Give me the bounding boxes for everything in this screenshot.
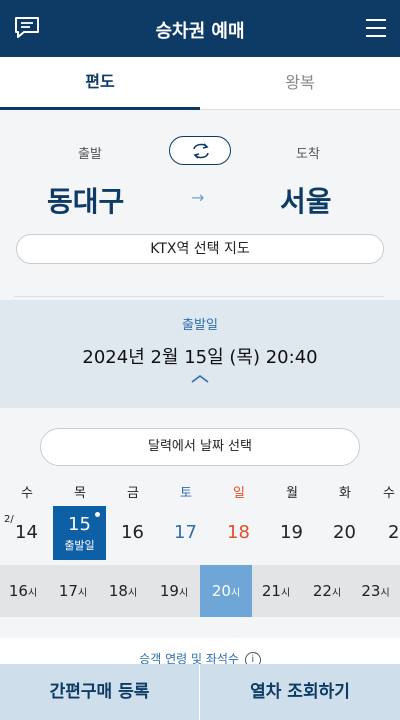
weekday-label: 목 [74,486,86,501]
selected-dot [95,512,100,517]
divider [14,296,384,297]
calendar-day[interactable]: 19 [265,506,318,560]
search-trains-button[interactable]: 열차 조회하기 [200,664,400,720]
calendar-day[interactable]: 21 [371,506,400,560]
arrival-station[interactable]: 서울 [280,180,332,220]
route-arrow-icon: → [191,188,205,207]
day-number: 15 [68,514,91,535]
hour-option[interactable]: 18시 [97,565,149,617]
hour-option-selected[interactable]: 20시 [200,565,252,617]
hour-option[interactable]: 16시 [0,565,49,617]
calendar-day[interactable]: 16 [106,506,159,560]
menu-icon[interactable] [366,19,386,38]
weekday-label: 금 [127,486,139,501]
route-section: 출발 도착 동대구 → 서울 KTX역 선택 지도 [0,110,400,300]
date-value: 2024년 2월 15일 (목) 20:40 [82,347,318,368]
tab-one-way[interactable]: 편도 [0,57,200,110]
arrival-label: 도착 [296,147,320,162]
departure-station[interactable]: 동대구 [47,180,124,220]
calendar-day[interactable]: 20 [318,506,371,560]
tab-round-trip[interactable]: 왕복 [200,57,400,110]
weekday-label: 화 [339,486,351,501]
swap-icon [193,143,209,159]
weekday-label: 토 [180,486,192,501]
hour-option[interactable]: 19시 [148,565,200,617]
page-title: 승차권 예매 [155,21,245,42]
calendar-day-selected[interactable]: 15 출발일 [53,506,106,560]
quick-purchase-register-button[interactable]: 간편구매 등록 [0,664,200,720]
hour-option[interactable]: 23시 [351,565,400,617]
hour-selector: 16시 17시 18시 19시 20시 21시 22시 23시 [0,565,400,617]
departure-day-badge: 출발일 [64,539,95,552]
departure-label: 출발 [78,147,102,162]
date-panel[interactable]: 출발일 2024년 2월 15일 (목) 20:40 [0,300,400,408]
app-header: 승차권 예매 [0,0,400,57]
swap-stations-button[interactable] [169,136,231,165]
date-label: 출발일 [182,318,218,333]
calendar-day[interactable]: 14 [0,506,53,560]
weekday-label: 월 [286,486,298,501]
hour-option[interactable]: 22시 [301,565,353,617]
hour-option[interactable]: 17시 [47,565,99,617]
bottom-action-bar: 간편구매 등록 열차 조회하기 [0,664,400,720]
hour-option[interactable]: 21시 [250,565,302,617]
weekday-label: 수 [21,486,33,501]
weekday-label: 수 [383,486,395,501]
calendar-day[interactable]: 17 [159,506,212,560]
calendar-picker-button[interactable]: 달력에서 날짜 선택 [40,428,360,466]
weekday-label: 일 [233,486,245,501]
station-map-button[interactable]: KTX역 선택 지도 [16,234,384,264]
chevron-up-icon[interactable] [190,374,210,384]
calendar-day[interactable]: 18 [212,506,265,560]
trip-type-tabs: 편도 왕복 [0,57,400,110]
